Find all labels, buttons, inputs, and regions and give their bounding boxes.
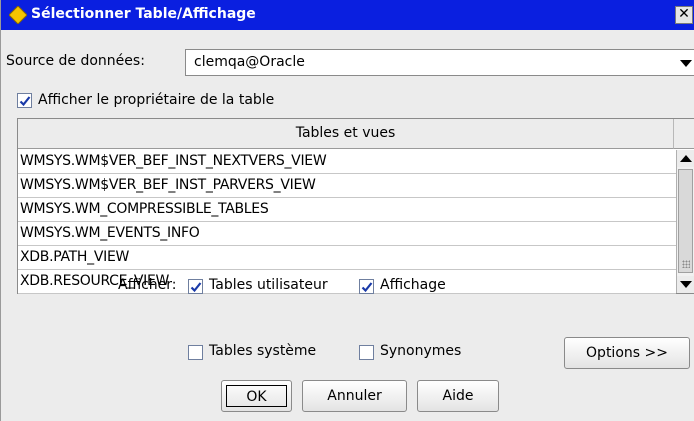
scroll-down-icon[interactable] [677, 276, 694, 293]
system-tables-label: Tables système [209, 343, 317, 359]
checkmark-icon [19, 96, 31, 107]
scroll-thumb[interactable] [678, 169, 693, 273]
table-row[interactable]: WMSYS.WM$VER_BEF_INST_NEXTVERS_VIEW [18, 150, 676, 174]
help-button[interactable]: Aide [417, 380, 499, 412]
tables-views-header[interactable]: Tables et vues [18, 119, 674, 149]
synonyms-checkbox[interactable] [359, 345, 374, 360]
tables-views-list: Tables et vues WMSYS.WM$VER_BEF_INST_NEX… [17, 118, 694, 294]
grip-icon [682, 260, 690, 268]
title-bar[interactable]: Sélectionner Table/Affichage ✕ [1, 0, 694, 30]
chevron-down-icon[interactable] [680, 60, 692, 67]
app-diamond-icon [8, 5, 28, 25]
checkmark-icon [361, 282, 373, 293]
system-tables-checkbox[interactable] [188, 345, 203, 360]
table-row[interactable]: WMSYS.WM$VER_BEF_INST_PARVERS_VIEW [18, 174, 676, 198]
show-filter-label: Afficher: [118, 277, 177, 293]
table-row[interactable]: XDB.PATH_VIEW [18, 246, 676, 270]
table-row[interactable]: WMSYS.WM_EVENTS_INFO [18, 222, 676, 246]
table-row[interactable]: XDB.RESOURCE_VIEW [18, 270, 676, 294]
data-source-select[interactable]: clemqa@Oracle [185, 49, 694, 76]
user-tables-checkbox[interactable] [188, 279, 203, 294]
close-icon[interactable]: ✕ [675, 6, 693, 24]
data-source-label: Source de données: [6, 53, 145, 69]
cancel-button[interactable]: Annuler [302, 380, 407, 412]
vertical-scrollbar[interactable] [676, 150, 694, 293]
scroll-up-icon[interactable] [677, 150, 694, 167]
show-owner-label: Afficher le propriétaire de la table [38, 92, 275, 108]
show-owner-checkbox[interactable] [17, 93, 32, 108]
table-rows: WMSYS.WM$VER_BEF_INST_NEXTVERS_VIEW WMSY… [18, 150, 676, 294]
options-button[interactable]: Options >> [564, 337, 690, 369]
header-corner [674, 119, 694, 149]
ok-button[interactable]: OK [221, 380, 292, 412]
select-table-dialog: Sélectionner Table/Affichage ✕ Source de… [0, 0, 694, 421]
data-source-value: clemqa@Oracle [194, 54, 305, 70]
synonyms-label: Synonymes [380, 343, 462, 359]
table-row[interactable]: WMSYS.WM_COMPRESSIBLE_TABLES [18, 198, 676, 222]
ok-button-label: OK [226, 385, 287, 407]
user-tables-label: Tables utilisateur [209, 277, 328, 293]
views-label: Affichage [380, 277, 446, 293]
window-title: Sélectionner Table/Affichage [31, 6, 256, 22]
views-checkbox[interactable] [359, 279, 374, 294]
checkmark-icon [190, 282, 202, 293]
